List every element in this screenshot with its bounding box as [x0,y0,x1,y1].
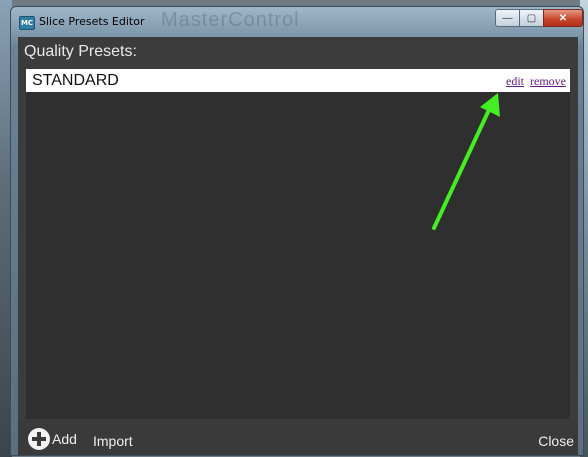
window-close-button[interactable]: ✕ [543,9,583,27]
dialog-content: Quality Presets: STANDARD edit remove Ad… [18,37,578,455]
dialog-footer: Add Import Close [18,420,578,455]
maximize-icon: ▢ [526,12,537,24]
close-button[interactable]: Close [538,433,574,449]
remove-link[interactable]: remove [530,74,566,88]
plus-circle-icon [28,428,50,450]
minimize-button[interactable]: — [495,9,520,27]
quality-presets-heading: Quality Presets: [24,43,137,60]
import-button[interactable]: Import [93,433,133,449]
minimize-icon: — [502,12,513,24]
presets-list[interactable]: STANDARD edit remove [26,69,570,419]
title-bar[interactable]: MC Slice Presets Editor MasterControl — … [11,7,583,39]
window-title: Slice Presets Editor [39,15,145,28]
background-window-text: MasterControl [161,9,300,31]
maximize-button[interactable]: ▢ [519,9,544,27]
add-button[interactable]: Add [28,428,77,450]
preset-name: STANDARD [32,72,119,89]
preset-row[interactable]: STANDARD edit remove [26,69,570,92]
app-icon: MC [19,16,35,30]
edit-link[interactable]: edit [506,74,524,88]
preset-actions: edit remove [503,74,566,89]
close-icon: ✕ [558,12,568,24]
slice-presets-editor-window: MC Slice Presets Editor MasterControl — … [10,6,584,456]
add-label: Add [52,431,77,447]
